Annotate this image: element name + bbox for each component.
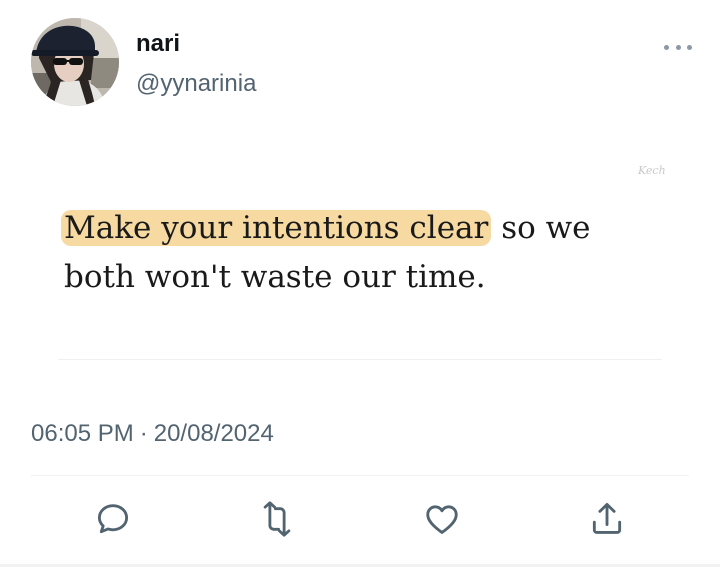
more-options-icon[interactable]: [664, 40, 692, 54]
comment-icon: [97, 504, 129, 534]
post-timestamp[interactable]: 06:05 PM · 20/08/2024: [31, 420, 274, 448]
timestamp-separator: ·: [139, 420, 148, 447]
avatar-image: [31, 18, 119, 106]
action-bar: [0, 497, 720, 547]
quote-line2: both won't waste our time.: [64, 259, 486, 295]
heart-icon: [426, 505, 458, 534]
quote-rest-line1: so we: [491, 210, 591, 246]
reply-button[interactable]: [91, 497, 135, 541]
more-dot: [687, 44, 692, 50]
post-date: 20/08/2024: [153, 420, 274, 447]
post-time: 06:05 PM: [31, 420, 134, 447]
like-button[interactable]: [420, 497, 464, 541]
more-dot: [675, 44, 681, 50]
author-handle[interactable]: @yynarinia: [136, 70, 256, 98]
share-button[interactable]: [585, 497, 629, 541]
repost-button[interactable]: [255, 497, 299, 541]
share-icon: [592, 503, 622, 534]
author-name[interactable]: nari: [136, 30, 180, 58]
image-watermark: Kech: [638, 164, 666, 177]
quote-image-text: Make your intentions clear so we both wo…: [61, 204, 664, 302]
avatar[interactable]: [31, 18, 119, 106]
image-bottom-edge: [58, 359, 662, 360]
divider: [31, 475, 689, 476]
retweet-icon: [263, 501, 291, 537]
quote-highlight: Make your intentions clear: [61, 210, 492, 246]
more-dot: [664, 44, 669, 50]
